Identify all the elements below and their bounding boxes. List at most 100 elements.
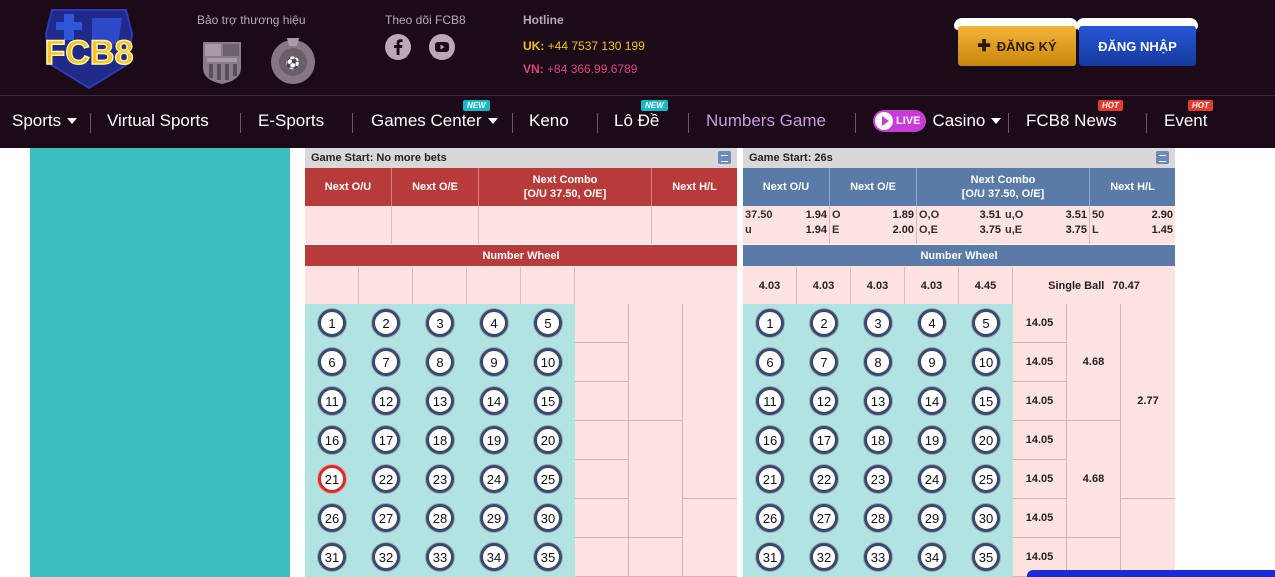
number-ball-16[interactable]: 16 [756,426,784,454]
number-ball-21[interactable]: 21 [756,465,784,493]
number-ball-1[interactable]: 1 [318,309,346,337]
odds-cell-ou[interactable]: 37.50 1.94 u 1.94 [743,206,830,244]
number-ball-29[interactable]: 29 [918,504,946,532]
number-ball-33[interactable]: 33 [426,543,454,571]
number-ball-25[interactable]: 25 [534,465,562,493]
wheel-odds-cell[interactable] [467,267,521,304]
row-odds-cell[interactable]: 14.05 [1013,499,1067,538]
number-ball-30[interactable]: 30 [534,504,562,532]
wheel-odds-cell[interactable]: 4.45 [959,267,1013,304]
number-ball-33[interactable]: 33 [864,543,892,571]
wheel-odds-cell[interactable]: 4.03 [905,267,959,304]
number-ball-34[interactable]: 34 [480,543,508,571]
number-ball-3[interactable]: 3 [864,309,892,337]
number-ball-35[interactable]: 35 [534,543,562,571]
big-group-odds-cell[interactable] [1121,499,1175,577]
number-ball-27[interactable]: 27 [372,504,400,532]
number-ball-32[interactable]: 32 [372,543,400,571]
odds-cell-combo[interactable]: O,O 3.51 O,E 3.75 u,O 3.51 u,E 3.75 [917,206,1090,244]
row-odds-cell[interactable] [575,304,629,343]
number-ball-8[interactable]: 8 [426,348,454,376]
odds-cell-hl[interactable]: 50 2.90 L 1.45 [1090,206,1175,244]
number-ball-3[interactable]: 3 [426,309,454,337]
number-ball-20[interactable]: 20 [972,426,1000,454]
nav-sports[interactable]: Sports [12,111,78,131]
number-ball-19[interactable]: 19 [918,426,946,454]
group-odds-cell[interactable] [629,304,683,421]
number-ball-24[interactable]: 24 [480,465,508,493]
number-ball-11[interactable]: 11 [756,387,784,415]
wheel-odds-cell[interactable] [305,267,359,304]
number-ball-1[interactable]: 1 [756,309,784,337]
row-odds-cell[interactable]: 14.05 [1013,460,1067,499]
number-ball-6[interactable]: 6 [756,348,784,376]
row-odds-cell[interactable]: 14.05 [1013,304,1067,343]
nav-casino[interactable]: LIVE Casino [873,110,1002,132]
single-ball-cell[interactable] [575,267,737,304]
number-ball-34[interactable]: 34 [918,543,946,571]
nav-games-center[interactable]: Games Center [371,111,498,131]
number-ball-17[interactable]: 17 [372,426,400,454]
number-ball-11[interactable]: 11 [318,387,346,415]
odds-cell-oe[interactable] [392,206,479,244]
number-ball-28[interactable]: 28 [426,504,454,532]
number-ball-9[interactable]: 9 [918,348,946,376]
nav-esports[interactable]: E-Sports [258,111,324,131]
number-ball-25[interactable]: 25 [972,465,1000,493]
number-ball-5[interactable]: 5 [534,309,562,337]
number-ball-4[interactable]: 4 [918,309,946,337]
number-ball-4[interactable]: 4 [480,309,508,337]
number-ball-12[interactable]: 12 [810,387,838,415]
number-ball-22[interactable]: 22 [372,465,400,493]
row-odds-cell[interactable] [575,382,629,421]
row-odds-cell[interactable] [575,421,629,460]
wheel-odds-cell[interactable] [359,267,413,304]
odds-cell-ou[interactable] [305,206,392,244]
number-ball-31[interactable]: 31 [756,543,784,571]
wheel-odds-cell[interactable]: 4.03 [851,267,905,304]
number-ball-2[interactable]: 2 [372,309,400,337]
big-group-odds-cell[interactable] [683,499,737,577]
nav-lo-de[interactable]: Lô Đề [614,111,659,131]
number-ball-20[interactable]: 20 [534,426,562,454]
nav-fcb8-news[interactable]: FCB8 News [1026,111,1117,131]
number-ball-10[interactable]: 10 [534,348,562,376]
wheel-odds-cell[interactable]: 4.03 [743,267,797,304]
number-ball-23[interactable]: 23 [864,465,892,493]
number-ball-14[interactable]: 14 [918,387,946,415]
floating-bar[interactable] [1027,570,1275,577]
odds-cell-oe[interactable]: O 1.89 E 2.00 [830,206,917,244]
login-button[interactable]: ĐĂNG NHẬP [1079,26,1196,66]
number-ball-15[interactable]: 15 [534,387,562,415]
result-list-icon[interactable] [1156,151,1169,164]
result-list-icon[interactable] [718,151,731,164]
odds-cell-combo[interactable] [479,206,652,244]
row-odds-cell[interactable]: 14.05 [1013,343,1067,382]
nav-keno[interactable]: Keno [529,111,569,131]
wheel-odds-cell[interactable] [521,267,575,304]
number-ball-26[interactable]: 26 [318,504,346,532]
hotline-vn[interactable]: VN: +84 366.99.6789 [523,62,637,76]
row-odds-cell[interactable]: 14.05 [1013,382,1067,421]
number-ball-27[interactable]: 27 [810,504,838,532]
number-ball-21[interactable]: 21 [318,465,346,493]
nav-event[interactable]: Event [1164,111,1207,131]
number-ball-32[interactable]: 32 [810,543,838,571]
number-ball-17[interactable]: 17 [810,426,838,454]
number-ball-6[interactable]: 6 [318,348,346,376]
nav-numbers-game[interactable]: Numbers Game [706,111,826,131]
number-ball-16[interactable]: 16 [318,426,346,454]
number-ball-13[interactable]: 13 [864,387,892,415]
group-odds-cell[interactable] [629,538,683,577]
number-ball-26[interactable]: 26 [756,504,784,532]
wheel-odds-cell[interactable] [413,267,467,304]
facebook-icon[interactable] [385,34,411,60]
single-ball-cell[interactable]: Single Ball 70.47 [1013,267,1175,304]
number-ball-28[interactable]: 28 [864,504,892,532]
youtube-icon[interactable] [429,34,455,60]
number-ball-15[interactable]: 15 [972,387,1000,415]
number-ball-31[interactable]: 31 [318,543,346,571]
nav-virtual-sports[interactable]: Virtual Sports [107,111,209,131]
row-odds-cell[interactable]: 14.05 [1013,421,1067,460]
row-odds-cell[interactable] [575,499,629,538]
